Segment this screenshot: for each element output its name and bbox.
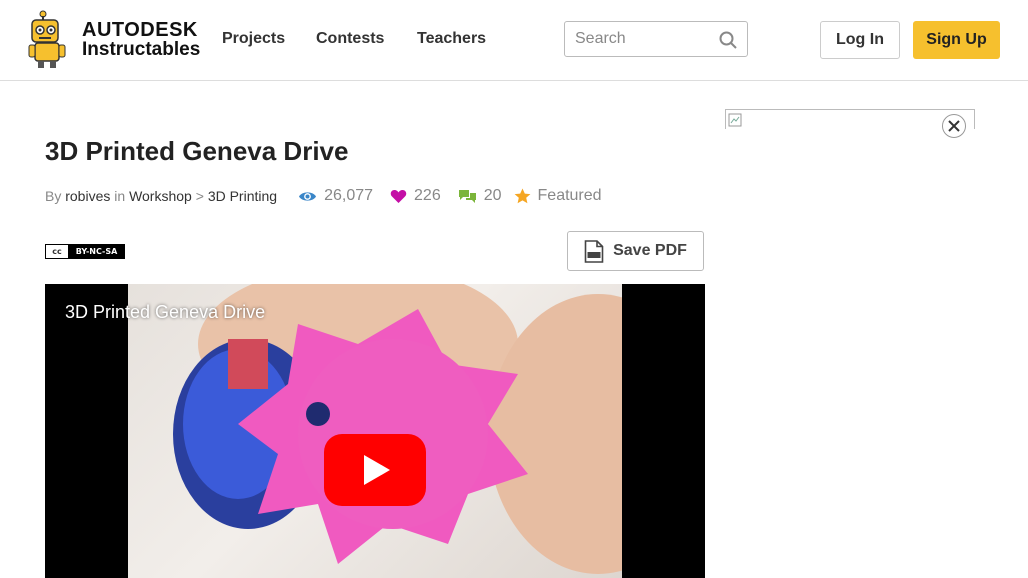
star-icon — [514, 188, 530, 204]
brand-instructables: Instructables — [82, 39, 201, 60]
comments-icon — [458, 190, 476, 203]
eye-icon — [299, 191, 317, 201]
nav-contests[interactable]: Contests — [316, 30, 384, 48]
broken-image-icon — [728, 113, 742, 127]
in-label: in — [114, 188, 126, 204]
youtube-play-icon[interactable] — [324, 434, 426, 506]
save-pdf-label: Save PDF — [613, 242, 687, 259]
search-icon[interactable] — [719, 31, 737, 49]
pdf-file-icon — [584, 239, 604, 263]
nav-teachers[interactable]: Teachers — [417, 30, 486, 48]
video-title[interactable]: 3D Printed Geneva Drive — [65, 302, 265, 323]
favorites-count: 226 — [414, 187, 441, 204]
close-icon — [948, 120, 960, 132]
search-box — [564, 21, 748, 57]
project-meta: By robives in Workshop > 3D Printing 26,… — [45, 186, 602, 206]
comments-count: 20 — [483, 187, 502, 204]
nav-projects[interactable]: Projects — [222, 30, 285, 48]
robot-mascot-icon — [28, 10, 66, 68]
video-player[interactable]: 3D Printed Geneva Drive — [45, 284, 705, 578]
project-title: 3D Printed Geneva Drive — [45, 136, 349, 166]
views-stat: 26,077 — [298, 187, 373, 205]
favorites-stat[interactable]: 226 — [390, 187, 441, 205]
save-pdf-button[interactable]: Save PDF — [567, 231, 704, 271]
video-thumbnail-image — [173, 284, 622, 574]
heart-icon — [390, 189, 407, 203]
login-button[interactable]: Log In — [820, 21, 900, 59]
channel-link[interactable]: 3D Printing — [208, 188, 277, 204]
views-count: 26,077 — [324, 187, 374, 204]
comments-stat[interactable]: 20 — [458, 187, 502, 205]
featured-badge: Featured — [514, 187, 602, 205]
breadcrumb-separator: > — [195, 188, 204, 204]
top-header: AUTODESK Instructables Projects Contests… — [0, 0, 1028, 81]
signup-button[interactable]: Sign Up — [913, 21, 1000, 59]
featured-label: Featured — [537, 187, 602, 204]
cc-icon: cc — [46, 245, 69, 258]
cc-license-badge[interactable]: cc BY-NC-SA — [45, 244, 125, 259]
advertisement[interactable] — [725, 109, 975, 129]
video-frame — [128, 284, 622, 578]
license-terms: BY-NC-SA — [69, 245, 124, 258]
search-input[interactable] — [575, 29, 710, 49]
category-link[interactable]: Workshop — [129, 188, 192, 204]
by-label: By — [45, 188, 62, 204]
author-link[interactable]: robives — [65, 188, 110, 204]
instructables-logo[interactable]: AUTODESK Instructables — [27, 10, 202, 70]
ad-close-button[interactable] — [942, 114, 966, 138]
